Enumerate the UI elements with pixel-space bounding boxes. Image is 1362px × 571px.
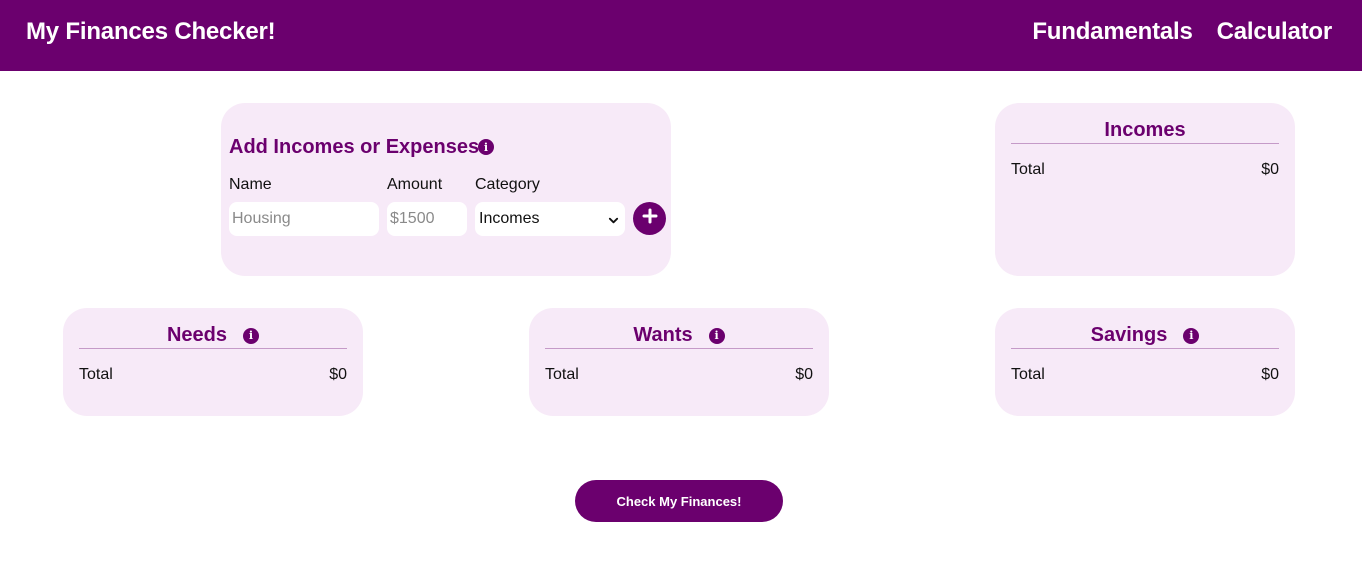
add-entry-button[interactable] bbox=[633, 202, 666, 235]
top-navbar: My Finances Checker! Fundamentals Calcul… bbox=[0, 0, 1362, 71]
check-finances-button[interactable]: Check My Finances! bbox=[575, 480, 783, 522]
savings-title: Savings bbox=[1090, 324, 1168, 346]
info-icon[interactable]: i bbox=[1183, 327, 1200, 344]
savings-total-value: $0 bbox=[1261, 366, 1279, 383]
incomes-total-label: Total bbox=[1011, 161, 1045, 178]
wants-title: Wants bbox=[633, 324, 693, 346]
needs-total-value: $0 bbox=[329, 366, 347, 383]
add-entry-card: Add Incomes or Expenses i Name Amount Ca… bbox=[221, 103, 671, 276]
wants-header: Wants i bbox=[545, 323, 813, 349]
nav-link-calculator[interactable]: Calculator bbox=[1217, 18, 1333, 46]
plus-icon bbox=[642, 208, 658, 229]
app-title[interactable]: My Finances Checker! bbox=[26, 18, 276, 46]
name-input[interactable] bbox=[229, 202, 379, 236]
chevron-down-icon bbox=[608, 213, 619, 231]
incomes-total-value: $0 bbox=[1261, 161, 1279, 178]
savings-card: Savings i Total $0 bbox=[995, 308, 1295, 416]
needs-total-label: Total bbox=[79, 366, 113, 383]
name-label: Name bbox=[229, 176, 272, 193]
needs-title: Needs bbox=[166, 324, 228, 346]
wants-total-value: $0 bbox=[795, 366, 813, 383]
savings-header: Savings i bbox=[1011, 323, 1279, 349]
wants-total-label: Total bbox=[545, 366, 579, 383]
needs-card: Needs i Total $0 bbox=[63, 308, 363, 416]
needs-header: Needs i bbox=[79, 323, 347, 349]
category-selected-value: Incomes bbox=[479, 210, 540, 227]
needs-total-row: Total $0 bbox=[79, 366, 347, 384]
info-icon[interactable]: i bbox=[243, 327, 260, 344]
info-icon[interactable]: i bbox=[708, 327, 725, 344]
incomes-header: Incomes bbox=[1011, 118, 1279, 144]
wants-total-row: Total $0 bbox=[545, 366, 813, 384]
incomes-card: Incomes Total $0 bbox=[995, 103, 1295, 276]
wants-card: Wants i Total $0 bbox=[529, 308, 829, 416]
savings-total-label: Total bbox=[1011, 366, 1045, 383]
add-entry-title: Add Incomes or Expenses bbox=[229, 136, 480, 158]
nav-link-fundamentals[interactable]: Fundamentals bbox=[1032, 18, 1192, 46]
amount-label: Amount bbox=[387, 176, 443, 193]
info-icon[interactable]: i bbox=[478, 139, 494, 155]
savings-total-row: Total $0 bbox=[1011, 366, 1279, 384]
category-select[interactable]: Incomes bbox=[475, 202, 625, 236]
amount-input[interactable] bbox=[387, 202, 467, 236]
category-label: Category bbox=[475, 176, 540, 193]
incomes-title: Incomes bbox=[1104, 119, 1186, 141]
nav-links: Fundamentals Calculator bbox=[1032, 18, 1332, 46]
incomes-total-row: Total $0 bbox=[1011, 161, 1279, 179]
